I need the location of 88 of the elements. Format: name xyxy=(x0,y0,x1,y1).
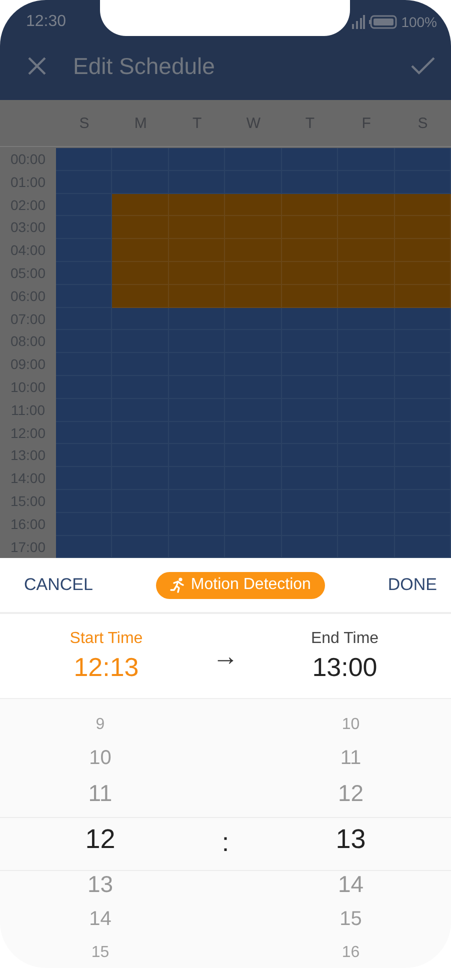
schedule-cell[interactable] xyxy=(56,353,112,376)
schedule-cell[interactable] xyxy=(112,284,169,308)
schedule-cell[interactable] xyxy=(112,308,169,330)
picker-option[interactable]: 11 xyxy=(88,776,112,812)
schedule-cell[interactable] xyxy=(225,536,282,558)
schedule-cell[interactable] xyxy=(56,512,112,536)
picker-option[interactable]: 16 xyxy=(342,937,360,968)
schedule-cell[interactable] xyxy=(56,148,112,171)
schedule-cell[interactable] xyxy=(394,308,451,330)
schedule-cell[interactable] xyxy=(282,194,338,216)
schedule-cell[interactable] xyxy=(112,170,169,194)
schedule-cell[interactable] xyxy=(112,216,169,240)
schedule-cell[interactable] xyxy=(168,148,226,171)
schedule-cell[interactable] xyxy=(168,284,226,308)
schedule-cell[interactable] xyxy=(282,308,338,330)
schedule-cell[interactable] xyxy=(56,330,112,354)
schedule-cell[interactable] xyxy=(394,194,451,216)
schedule-cell[interactable] xyxy=(225,148,282,171)
done-button[interactable]: DONE xyxy=(384,571,441,600)
schedule-cell[interactable] xyxy=(168,308,226,330)
schedule-cell[interactable] xyxy=(56,422,112,444)
schedule-cell[interactable] xyxy=(282,536,338,558)
checkmark-icon[interactable] xyxy=(411,57,435,75)
schedule-cell[interactable] xyxy=(112,194,169,216)
schedule-cell[interactable] xyxy=(56,262,112,285)
picker-option[interactable]: 15 xyxy=(91,937,110,968)
schedule-cell[interactable] xyxy=(338,170,395,194)
status-time: 12:30 xyxy=(26,13,66,31)
time-separator: : xyxy=(222,827,230,858)
picker-option[interactable]: 14 xyxy=(89,902,112,938)
picker-option[interactable]: 9 xyxy=(96,709,105,742)
battery-percent: 100% xyxy=(401,14,437,30)
mode-chip[interactable]: Motion Detection xyxy=(156,572,325,599)
time-label: End Time xyxy=(310,630,379,648)
picker-option[interactable]: 13 xyxy=(336,813,366,866)
cancel-button[interactable]: CANCEL xyxy=(20,571,97,600)
schedule-cell[interactable] xyxy=(112,262,169,285)
schedule-cell[interactable] xyxy=(394,284,451,308)
schedule-cell[interactable] xyxy=(225,194,282,216)
picker-option[interactable]: 14 xyxy=(338,867,364,902)
schedule-cell[interactable] xyxy=(56,239,112,262)
schedule-cell[interactable] xyxy=(168,536,226,558)
schedule-cell[interactable] xyxy=(112,536,169,558)
schedule-cell[interactable] xyxy=(394,170,451,194)
schedule-cell[interactable] xyxy=(56,398,112,422)
time-label: Start Time xyxy=(70,630,143,648)
schedule-cell[interactable] xyxy=(56,467,112,490)
schedule-cell[interactable] xyxy=(225,308,282,330)
schedule-cell[interactable] xyxy=(168,170,226,194)
picker-option[interactable]: 10 xyxy=(89,741,112,776)
schedule-cell[interactable] xyxy=(338,284,395,308)
schedule-cell[interactable] xyxy=(225,284,282,308)
picker-option[interactable]: 12 xyxy=(85,813,116,866)
schedule-cell[interactable] xyxy=(394,536,451,558)
schedule-cell[interactable] xyxy=(338,194,395,216)
schedule-cell[interactable] xyxy=(56,536,112,558)
schedule-cell[interactable] xyxy=(56,170,112,194)
picker-option[interactable]: 11 xyxy=(340,741,362,776)
schedule-cell[interactable] xyxy=(282,284,338,308)
running-person-icon xyxy=(170,577,186,594)
arrow-glyph: → xyxy=(212,640,238,672)
schedule-cell[interactable] xyxy=(338,308,395,330)
close-icon[interactable] xyxy=(27,56,47,76)
picker-option[interactable]: 12 xyxy=(338,776,364,812)
schedule-cell[interactable] xyxy=(282,148,338,171)
schedule-cell[interactable] xyxy=(56,490,112,513)
schedule-cell[interactable] xyxy=(56,308,112,330)
picker-option[interactable]: 13 xyxy=(87,867,114,902)
schedule-cell[interactable] xyxy=(168,194,226,216)
schedule-cell[interactable] xyxy=(282,170,338,194)
schedule-cell[interactable] xyxy=(338,536,395,558)
schedule-cell[interactable] xyxy=(112,148,169,171)
schedule-cell[interactable] xyxy=(56,444,112,468)
battery-icon xyxy=(369,15,398,29)
schedule-cell[interactable] xyxy=(338,148,395,171)
signal-icon xyxy=(351,15,366,29)
schedule-cell[interactable] xyxy=(394,148,451,171)
picker-option[interactable]: 15 xyxy=(340,902,362,938)
schedule-cell[interactable] xyxy=(225,170,282,194)
schedule-cell[interactable] xyxy=(112,239,169,262)
time-value[interactable]: 12:13 xyxy=(74,652,139,683)
schedule-cell[interactable] xyxy=(56,194,112,216)
schedule-cell[interactable] xyxy=(56,216,112,240)
picker-option[interactable]: 10 xyxy=(342,709,360,742)
schedule-cell[interactable] xyxy=(56,284,112,308)
time-value[interactable]: 13:00 xyxy=(312,652,378,683)
screen-title: Edit Schedule xyxy=(73,52,216,80)
schedule-cell[interactable] xyxy=(56,376,112,399)
